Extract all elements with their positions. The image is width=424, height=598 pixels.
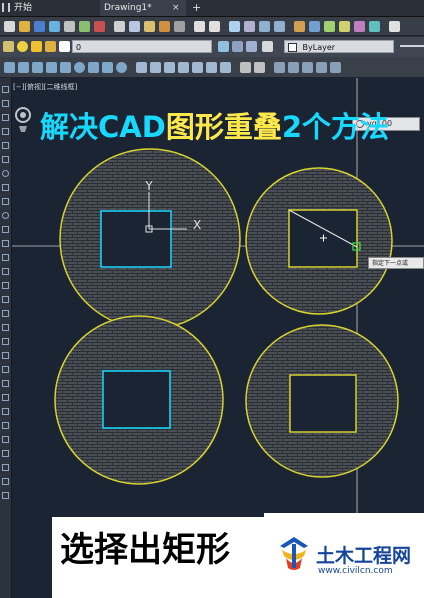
title-part-methods: 2个方法: [281, 110, 390, 144]
title-part-overlap: 图形重叠: [165, 110, 282, 144]
video-title-overlay: 解决CAD图形重叠2个方法: [40, 104, 389, 146]
drawing-canvas[interactable]: Y X: [0, 0, 424, 598]
title-part-cad: 解决CAD: [40, 110, 166, 144]
ucs-y-label: Y: [144, 179, 153, 193]
watermark-site-name: 土木工程网: [316, 545, 412, 567]
rectangle-bottom-right[interactable]: [289, 374, 357, 433]
rectangle-bottom-left[interactable]: [102, 370, 171, 429]
civilcn-logo-icon: [280, 537, 308, 570]
subtitle-caption: 选择出矩形: [60, 530, 230, 570]
dynamic-input-tooltip: 指定下一点或: [368, 257, 424, 269]
map-pin-icon: [15, 107, 31, 132]
rectangle-top-left[interactable]: [100, 210, 172, 268]
watermark-site-url: www.civilcn.com: [318, 566, 393, 576]
ucs-x-label: X: [193, 218, 201, 232]
